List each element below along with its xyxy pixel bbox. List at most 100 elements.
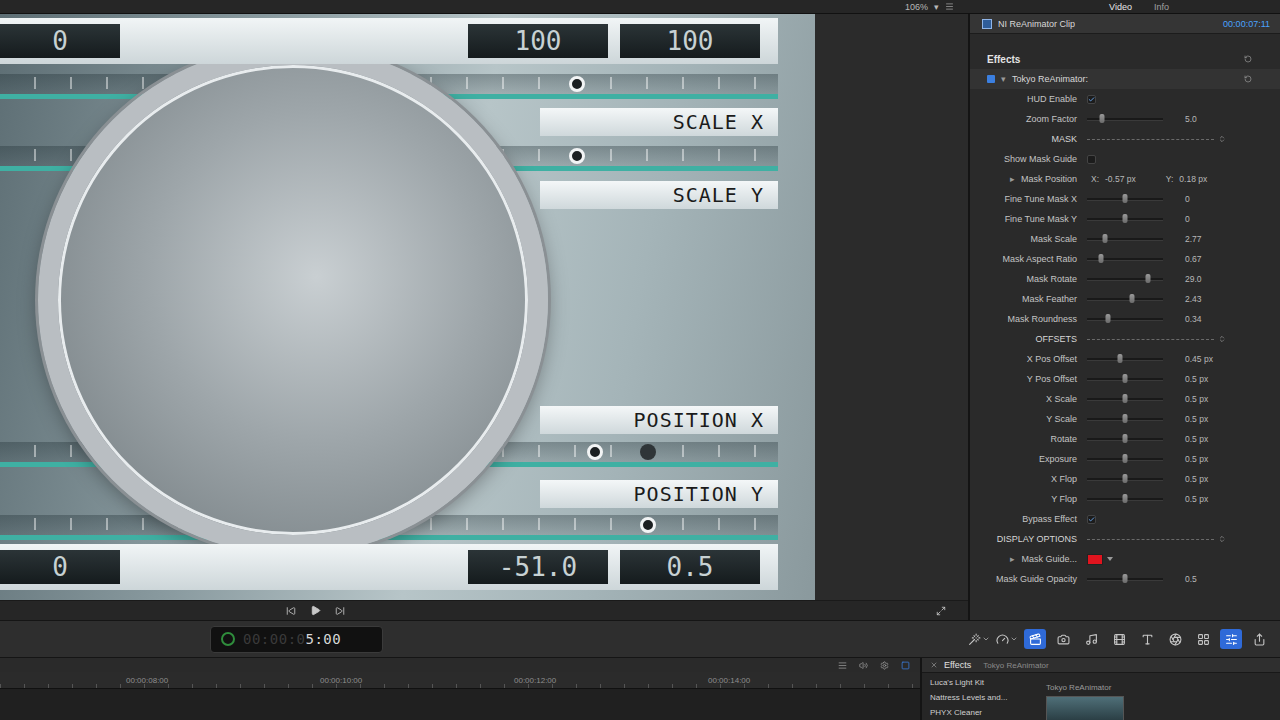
- wand-button[interactable]: [968, 629, 990, 649]
- hud-slider-thumb[interactable]: [640, 517, 656, 533]
- color-well[interactable]: [1087, 549, 1163, 569]
- effect-enable-checkbox[interactable]: [987, 75, 995, 83]
- view-button[interactable]: [901, 661, 910, 670]
- param-value[interactable]: 0.5 px: [1163, 414, 1268, 424]
- timeline-tracks[interactable]: [0, 689, 920, 720]
- share-button[interactable]: [1248, 629, 1270, 649]
- param-value[interactable]: 0.5 px: [1163, 374, 1268, 384]
- dropdown-caret[interactable]: [1107, 557, 1113, 561]
- param-value[interactable]: 0: [1163, 194, 1268, 204]
- param-value[interactable]: 2.43: [1163, 294, 1268, 304]
- param-value[interactable]: 0.5 px: [1163, 454, 1268, 464]
- point-values[interactable]: X:-0.57 pxY:0.18 px: [1091, 174, 1268, 184]
- photos-button[interactable]: [1052, 629, 1074, 649]
- slider-track[interactable]: [1087, 118, 1163, 121]
- slider-thumb[interactable]: [1123, 374, 1128, 383]
- effect-thumbnail[interactable]: Tokyo ReAnimator: [1038, 673, 1124, 720]
- slider-track[interactable]: [1087, 358, 1163, 361]
- reset-icon[interactable]: [1244, 75, 1252, 83]
- thumbnail-image[interactable]: [1046, 696, 1124, 720]
- checkbox[interactable]: [1087, 155, 1096, 164]
- hud-slider-thumb[interactable]: [640, 444, 656, 460]
- updown-icon[interactable]: [1218, 535, 1226, 543]
- param-value[interactable]: 0.5 px: [1163, 394, 1268, 404]
- slider-track[interactable]: [1087, 578, 1163, 581]
- close-icon[interactable]: [930, 661, 938, 669]
- retime-button[interactable]: [996, 629, 1018, 649]
- slider-thumb[interactable]: [1123, 494, 1128, 503]
- slider-track[interactable]: [1087, 198, 1163, 201]
- updown-icon[interactable]: [1218, 335, 1226, 343]
- slider-track[interactable]: [1087, 258, 1163, 261]
- reset-icon[interactable]: [1244, 55, 1252, 63]
- generators-button[interactable]: [1164, 629, 1186, 649]
- slider-track[interactable]: [1087, 218, 1163, 221]
- view-options-icon[interactable]: [945, 2, 954, 11]
- slider-track[interactable]: [1087, 238, 1163, 241]
- slider-thumb[interactable]: [1105, 314, 1110, 323]
- slider-thumb[interactable]: [1123, 454, 1128, 463]
- slider-track[interactable]: [1087, 278, 1163, 281]
- slider-thumb[interactable]: [1123, 214, 1128, 223]
- slider-thumb[interactable]: [1098, 254, 1103, 263]
- slider-thumb[interactable]: [1123, 414, 1128, 423]
- slider-track[interactable]: [1087, 478, 1163, 481]
- fullscreen-button[interactable]: [936, 606, 946, 616]
- param-value[interactable]: 0.67: [1163, 254, 1268, 264]
- media-button[interactable]: [1024, 629, 1046, 649]
- next-button[interactable]: [335, 606, 345, 616]
- param-value[interactable]: 29.0: [1163, 274, 1268, 284]
- param-value[interactable]: 0.34: [1163, 314, 1268, 324]
- inspector-button[interactable]: [1220, 629, 1242, 649]
- transitions-button[interactable]: [1108, 629, 1130, 649]
- clips-button[interactable]: [838, 661, 847, 670]
- inspector-tab[interactable]: Info: [1154, 1, 1169, 13]
- checkbox[interactable]: [1087, 95, 1096, 104]
- slider-track[interactable]: [1087, 418, 1163, 421]
- slider-thumb[interactable]: [1123, 474, 1128, 483]
- titles-button[interactable]: [1136, 629, 1158, 649]
- slider-track[interactable]: [1087, 438, 1163, 441]
- slider-track[interactable]: [1087, 458, 1163, 461]
- category-item[interactable]: Luca's Light Kit: [930, 675, 1038, 690]
- disclosure-triangle[interactable]: ▾: [1001, 74, 1006, 84]
- hud-slider-thumb[interactable]: [569, 148, 585, 164]
- inspector-tab[interactable]: Video: [1109, 1, 1132, 13]
- effect-row[interactable]: ▾Tokyo ReAnimator:: [970, 69, 1280, 89]
- play-button[interactable]: [310, 605, 321, 616]
- slider-thumb[interactable]: [1100, 114, 1105, 123]
- param-value[interactable]: 0.5: [1163, 574, 1268, 584]
- themes-button[interactable]: [1192, 629, 1214, 649]
- hud-slider-thumb[interactable]: [587, 444, 603, 460]
- slider-thumb[interactable]: [1118, 354, 1123, 363]
- checkbox[interactable]: [1087, 515, 1096, 524]
- updown-icon[interactable]: [1218, 135, 1226, 143]
- param-value[interactable]: 0.5 px: [1163, 494, 1268, 504]
- settings-button[interactable]: [880, 661, 889, 670]
- zoom-arrow[interactable]: ▾: [934, 1, 939, 13]
- slider-thumb[interactable]: [1123, 434, 1128, 443]
- category-item[interactable]: Nattress Levels and...: [930, 690, 1038, 705]
- audio-button[interactable]: [859, 661, 868, 670]
- slider-thumb[interactable]: [1129, 294, 1134, 303]
- slider-thumb[interactable]: [1123, 194, 1128, 203]
- param-value[interactable]: 0.5 px: [1163, 434, 1268, 444]
- slider-thumb[interactable]: [1123, 394, 1128, 403]
- previous-button[interactable]: [286, 606, 296, 616]
- slider-thumb[interactable]: [1145, 274, 1150, 283]
- music-button[interactable]: [1080, 629, 1102, 649]
- slider-track[interactable]: [1087, 398, 1163, 401]
- category-item[interactable]: PHYX Cleaner: [930, 705, 1038, 720]
- param-value[interactable]: 0.45 px: [1163, 354, 1268, 364]
- slider-track[interactable]: [1087, 318, 1163, 321]
- timeline-ruler[interactable]: 00:00:08:0000:00:10:0000:00:12:0000:00:1…: [0, 672, 920, 689]
- param-value[interactable]: 2.77: [1163, 234, 1268, 244]
- disclosure-triangle[interactable]: ▸: [1010, 554, 1015, 564]
- slider-track[interactable]: [1087, 298, 1163, 301]
- slider-thumb[interactable]: [1103, 234, 1108, 243]
- zoom-menu[interactable]: 106%: [905, 1, 928, 13]
- param-value[interactable]: 0: [1163, 214, 1268, 224]
- slider-track[interactable]: [1087, 378, 1163, 381]
- slider-track[interactable]: [1087, 498, 1163, 501]
- hud-slider-thumb[interactable]: [569, 76, 585, 92]
